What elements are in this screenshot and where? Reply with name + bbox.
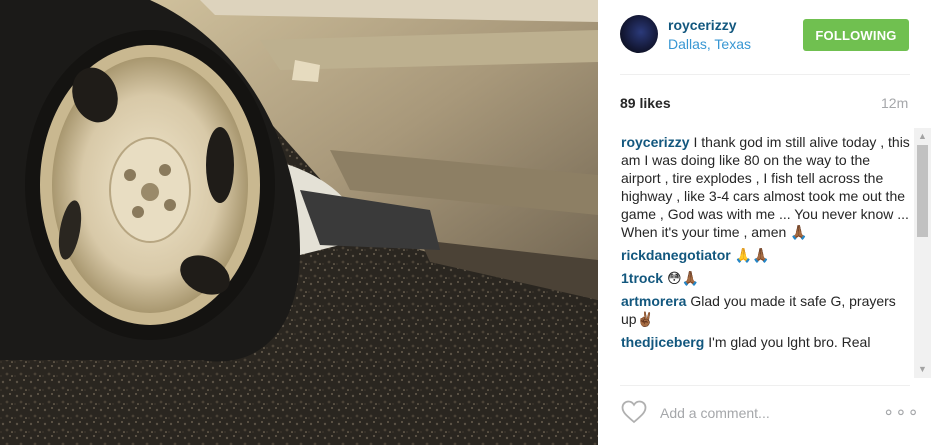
comment-text: 😳🙏🏾	[667, 270, 700, 286]
comment-item: 1trock 😳🙏🏾	[621, 269, 913, 287]
scroll-up-icon[interactable]: ▲	[914, 128, 931, 145]
footer-divider	[620, 385, 910, 386]
comments-list[interactable]: roycerizzy I thank god im still alive tod…	[621, 133, 913, 377]
scrollbar-thumb[interactable]	[917, 145, 928, 237]
comment-author-link[interactable]: thedjiceberg	[621, 334, 704, 350]
avatar[interactable]	[620, 15, 658, 53]
post-header: roycerizzy Dallas, Texas FOLLOWING	[598, 0, 932, 74]
header-divider	[620, 74, 910, 75]
post-timestamp: 12m	[881, 95, 909, 111]
comment-item: roycerizzy I thank god im still alive tod…	[621, 133, 913, 241]
more-options-icon[interactable]: ∘∘∘	[883, 403, 919, 421]
comment-author-link[interactable]: roycerizzy	[621, 134, 689, 150]
location-link[interactable]: Dallas, Texas	[668, 36, 751, 52]
heart-icon[interactable]	[621, 400, 647, 424]
post-details-panel: roycerizzy Dallas, Texas FOLLOWING 89 li…	[598, 0, 932, 445]
comment-item: thedjiceberg I'm glad you lght bro. Real	[621, 333, 913, 351]
comment-item: rickdanegotiator 🙏🙏🏾	[621, 246, 913, 264]
comment-text: I'm glad you lght bro. Real	[708, 334, 871, 350]
post-photo	[0, 0, 598, 445]
comment-author-link[interactable]: 1trock	[621, 270, 663, 286]
post-footer: ∘∘∘	[598, 390, 932, 445]
post-username-link[interactable]: roycerizzy	[668, 17, 736, 33]
likes-count[interactable]: 89 likes	[620, 95, 671, 111]
comment-author-link[interactable]: rickdanegotiator	[621, 247, 731, 263]
following-button[interactable]: FOLLOWING	[803, 19, 909, 51]
comment-author-link[interactable]: artmorera	[621, 293, 686, 309]
scroll-down-icon[interactable]: ▼	[914, 361, 931, 378]
comment-text: 🙏🙏🏾	[734, 247, 770, 263]
photo-car-flat-tire	[0, 0, 598, 445]
comment-item: artmorera Glad you made it safe G, prayer…	[621, 292, 913, 328]
comments-scrollbar[interactable]: ▲ ▼	[914, 128, 931, 378]
add-comment-input[interactable]	[658, 401, 862, 425]
